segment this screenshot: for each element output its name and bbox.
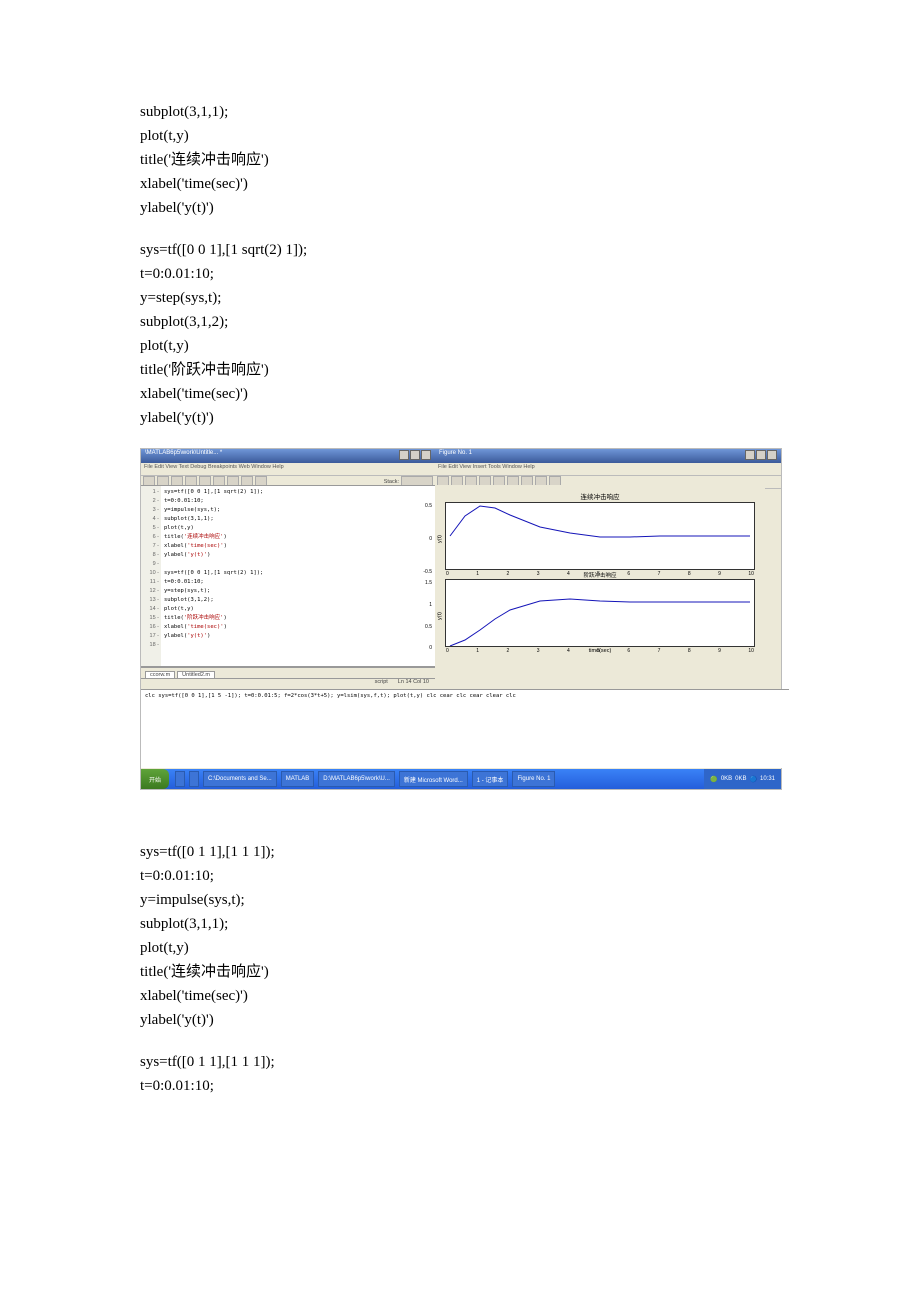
editor-code-text[interactable]: sys=tf([0 0 1],[1 sqrt(2) 1]); t=0:0.01:… (161, 486, 435, 666)
plot2-ylabel: y(t) (437, 612, 443, 620)
status-position: Ln 14 Col 10 (398, 679, 429, 689)
taskbar-item[interactable] (189, 771, 199, 787)
tray-icon-1: 🟢 (710, 776, 717, 783)
window-buttons[interactable] (398, 450, 431, 462)
plot2-line (446, 580, 754, 646)
figure-menubar[interactable]: File Edit View Insert Tools Window Help (435, 463, 781, 476)
matlab-screenshot: \MATLAB6p5\work\Untitle... * File Edit V… (140, 448, 782, 790)
document-page: subplot(3,1,1); plot(t,y) title('连续冲击响应'… (0, 0, 920, 1176)
tray-icon-2: 🔵 (750, 776, 757, 783)
code-block-1: subplot(3,1,1); plot(t,y) title('连续冲击响应'… (140, 100, 780, 220)
min-icon[interactable] (399, 450, 409, 460)
taskbar-item[interactable]: 1 - 记事本 (472, 771, 509, 787)
editor-titlebar[interactable]: \MATLAB6p5\work\Untitle... * (141, 449, 435, 463)
code-block-4: sys=tf([0 1 1],[1 1 1]); t=0:0.01:10; (140, 1050, 780, 1098)
max-icon[interactable] (756, 450, 766, 460)
start-label: 开始 (149, 775, 161, 784)
close-icon[interactable] (767, 450, 777, 460)
figure-canvas: 连续冲击响应 y(t) 0.50-0.5 012345678910 阶跃冲击响应… (435, 485, 765, 685)
tray-clock: 10:31 (760, 776, 775, 782)
start-button[interactable]: 开始 (141, 769, 169, 789)
code-block-2: sys=tf([0 0 1],[1 sqrt(2) 1]); t=0:0.01:… (140, 238, 780, 430)
tab-file1[interactable]: ccorw.m (145, 671, 175, 678)
taskbar-item[interactable] (175, 771, 185, 787)
tab-file2[interactable]: Untitled2.m (177, 671, 215, 678)
figure-title: Figure No. 1 (439, 450, 472, 462)
plot1-xticks: 012345678910 (446, 571, 754, 577)
close-icon[interactable] (421, 450, 431, 460)
plot-step: y(t) 1.510.50 012345678910 (445, 579, 755, 647)
plot1-line (446, 503, 754, 569)
plot2-xticks: 012345678910 (446, 648, 754, 654)
tray-kb2: 0KB (735, 776, 746, 782)
max-icon[interactable] (410, 450, 420, 460)
editor-code-area[interactable]: 1 -2 -3 -4 -5 -6 -7 -8 -9 -10 -11 -12 -1… (141, 485, 435, 667)
plot1-ylabel: y(t) (437, 535, 443, 543)
editor-menubar[interactable]: File Edit View Text Debug Breakpoints We… (141, 463, 435, 476)
min-icon[interactable] (745, 450, 755, 460)
code-block-3: sys=tf([0 1 1],[1 1 1]); t=0:0.01:10; y=… (140, 840, 780, 1032)
taskbar-item[interactable]: Figure No. 1 (512, 771, 555, 787)
taskbar-items: C:\Documents and Se...MATLABD:\MATLAB6p5… (173, 771, 557, 787)
taskbar-item[interactable]: D:\MATLAB6p5\work\U... (318, 771, 395, 787)
taskbar-item[interactable]: MATLAB (281, 771, 315, 787)
taskbar-item[interactable]: 新建 Microsoft Word... (399, 771, 468, 787)
status-mode: script (375, 679, 388, 689)
line-gutter: 1 -2 -3 -4 -5 -6 -7 -8 -9 -10 -11 -12 -1… (141, 486, 161, 666)
editor-title: \MATLAB6p5\work\Untitle... * (145, 450, 222, 462)
figure-window-buttons[interactable] (744, 450, 777, 462)
command-window[interactable]: clc sys=tf([0 0 1],[1 5 -1]); t=0:0.01:5… (141, 689, 789, 768)
windows-taskbar[interactable]: 开始 C:\Documents and Se...MATLABD:\MATLAB… (141, 769, 781, 789)
system-tray[interactable]: 🟢 0KB 0KB 🔵 10:31 (704, 769, 781, 789)
tray-kb1: 0KB (721, 776, 732, 782)
plot-impulse: y(t) 0.50-0.5 012345678910 (445, 502, 755, 570)
taskbar-item[interactable]: C:\Documents and Se... (203, 771, 277, 787)
editor-statusbar: script Ln 14 Col 10 (141, 678, 435, 689)
figure-titlebar[interactable]: Figure No. 1 (435, 449, 781, 463)
plot1-title: 连续冲击响应 (445, 491, 755, 501)
